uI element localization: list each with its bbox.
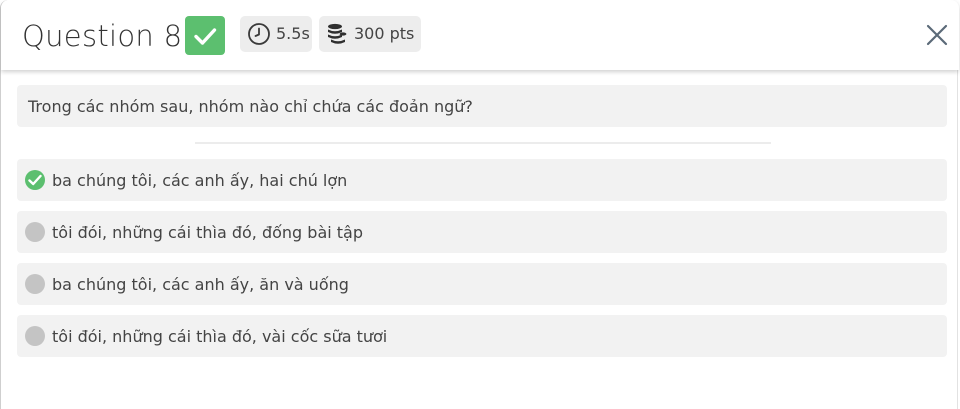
answer-option-4[interactable]: tôi đói, những cái thìa đó, vài cốc sữa … — [17, 315, 947, 357]
correct-answer-marker — [25, 170, 45, 190]
divider — [195, 142, 771, 144]
option-radio-marker — [25, 222, 45, 242]
time-pill: 5.5s — [240, 16, 312, 52]
option-label: ba chúng tôi, các anh ấy, hai chú lợn — [52, 171, 348, 190]
points-pill: 300 pts — [319, 16, 421, 52]
check-icon — [194, 28, 217, 45]
option-radio-marker — [25, 326, 45, 346]
check-icon — [28, 174, 42, 186]
coins-icon — [328, 23, 347, 44]
time-label: 5.5s — [276, 24, 310, 43]
points-label: 300 pts — [354, 24, 415, 43]
question-title: Question 8 — [22, 19, 183, 53]
correct-status-badge — [185, 16, 225, 55]
clock-icon — [248, 23, 270, 45]
close-icon[interactable] — [923, 21, 951, 49]
question-prompt-box: Trong các nhóm sau, nhóm nào chỉ chứa cá… — [17, 85, 947, 127]
answer-option-2[interactable]: tôi đói, những cái thìa đó, đống bài tập — [17, 211, 947, 253]
answer-option-3[interactable]: ba chúng tôi, các anh ấy, ăn và uống — [17, 263, 947, 305]
option-radio-marker — [25, 274, 45, 294]
option-label: ba chúng tôi, các anh ấy, ăn và uống — [52, 275, 349, 294]
answer-option-1[interactable]: ba chúng tôi, các anh ấy, hai chú lợn — [17, 159, 947, 201]
question-card: Question 8 5.5s 300 pts Trong các nhóm s… — [0, 0, 959, 409]
question-text: Trong các nhóm sau, nhóm nào chỉ chứa cá… — [28, 97, 473, 116]
question-header: Question 8 5.5s 300 pts — [1, 0, 959, 70]
close-button[interactable] — [923, 21, 951, 49]
option-label: tôi đói, những cái thìa đó, vài cốc sữa … — [52, 327, 388, 346]
option-label: tôi đói, những cái thìa đó, đống bài tập — [52, 223, 364, 242]
